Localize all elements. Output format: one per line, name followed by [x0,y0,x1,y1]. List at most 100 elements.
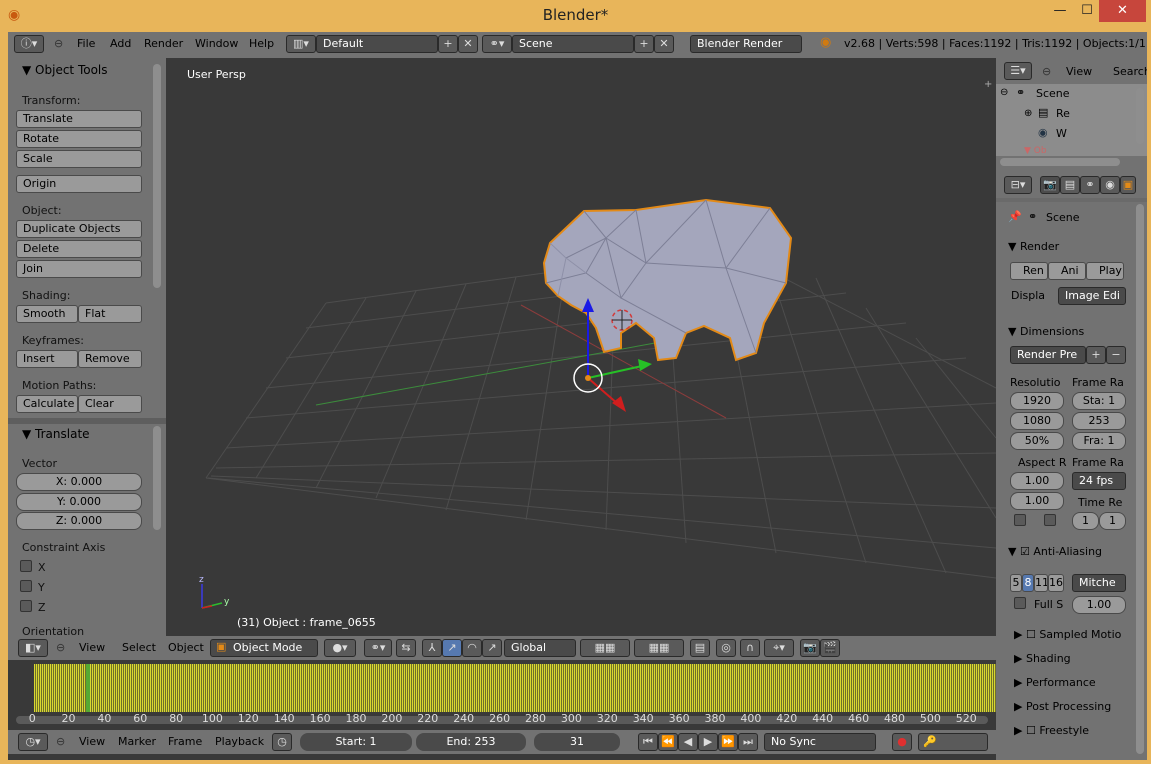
aa-samples-5[interactable]: 5 [1010,574,1022,592]
rotate-button[interactable]: Rotate [16,130,142,148]
timeline-menu-marker[interactable]: Marker [118,735,156,748]
viewport-shading-icon[interactable]: ●▾ [324,639,356,657]
snap-element-icon[interactable]: ⌖▾ [764,639,794,657]
smooth-button[interactable]: Smooth [16,305,78,323]
time-new-field[interactable]: 1 [1099,512,1126,530]
delete-button[interactable]: Delete [16,240,142,258]
border-checkbox[interactable] [1014,514,1026,526]
origin-button[interactable]: Origin [16,175,142,193]
operator-scrollbar[interactable] [153,426,161,530]
remove-scene-icon[interactable]: ✕ [654,35,674,53]
vector-x-field[interactable]: X: 0.000 [16,473,142,491]
render-anim-icon[interactable]: 🎬 [820,639,840,657]
jump-keyframe-back-icon[interactable]: ⏪ [658,733,678,751]
play-reverse-icon[interactable]: ◀ [678,733,698,751]
close-button[interactable]: ✕ [1099,0,1146,22]
duplicate-objects-button[interactable]: Duplicate Objects [16,220,142,238]
insert-keyframe-button[interactable]: Insert [16,350,78,368]
aa-filter-select[interactable]: Mitche [1072,574,1126,592]
scale-button[interactable]: Scale [16,150,142,168]
region-toggle-icon[interactable]: + [984,80,994,90]
rotate-manipulator-icon[interactable]: ◠ [462,639,482,657]
sampled-motion-blur-header[interactable]: ▶ ☐ Sampled Motio [1014,628,1121,641]
vector-z-field[interactable]: Z: 0.000 [16,512,142,530]
constraint-x-checkbox[interactable] [20,560,32,572]
screen-layout-icon[interactable]: ▥▾ [286,35,316,53]
remove-keyframe-button[interactable]: Remove [78,350,142,368]
snap-magnet-icon[interactable]: ∩ [740,639,760,657]
frame-end-field[interactable]: 253 [1072,412,1126,430]
jump-keyframe-forward-icon[interactable]: ⏩ [718,733,738,751]
jump-start-icon[interactable]: ⏮ [638,733,658,751]
menu-add[interactable]: Add [110,37,131,50]
scale-manipulator-icon[interactable]: ↗ [482,639,502,657]
proportional-edit-icon[interactable]: ◎ [716,639,736,657]
pivot-point-icon[interactable]: ⚭▾ [364,639,392,657]
calculate-button[interactable]: Calculate [16,395,78,413]
post-processing-panel-header[interactable]: ▶ Post Processing [1014,700,1111,713]
layers-2-icon[interactable]: ▦▦ [634,639,684,657]
render-panel-header[interactable]: ▼ Render [1008,240,1059,253]
bear-model[interactable] [542,198,793,362]
aspect-x-field[interactable]: 1.00 [1010,472,1064,490]
timeline-menu-view[interactable]: View [79,735,105,748]
remove-preset-icon[interactable]: − [1106,346,1126,364]
outliner-object-item[interactable]: Ob [1034,146,1047,156]
outliner-menu-search[interactable]: Search [1113,65,1147,78]
snap-lock-icon[interactable]: ⇆ [396,639,416,657]
fps-select[interactable]: 24 fps [1072,472,1126,490]
freestyle-panel-header[interactable]: ▶ ☐ Freestyle [1014,724,1089,737]
render-presets-select[interactable]: Render Pre [1010,346,1086,364]
expand-scene-icon[interactable]: ⊖ [1000,87,1008,98]
object-tab-icon[interactable]: ▣ [1120,176,1136,194]
pin-icon[interactable]: 📌 [1008,210,1022,223]
menu-render[interactable]: Render [144,37,183,50]
props-scrollbar[interactable] [1136,204,1144,754]
frame-step-field[interactable]: Fra: 1 [1072,432,1126,450]
add-layout-icon[interactable]: + [438,35,458,53]
filter-size-field[interactable]: 1.00 [1072,596,1126,614]
render-image-button[interactable]: Ren [1010,262,1048,280]
current-frame-field[interactable]: 31 [534,733,620,751]
scene-tab-icon[interactable]: ⚭ [1080,176,1100,194]
viewport-editor-type-icon[interactable]: ◧▾ [18,639,48,657]
dimensions-panel-header[interactable]: ▼ Dimensions [1008,325,1084,338]
manipulator-toggle-icon[interactable]: ⅄ [422,639,442,657]
remove-layout-icon[interactable]: ✕ [458,35,478,53]
minimize-button[interactable]: — [1043,0,1077,22]
record-icon[interactable]: ● [892,733,912,751]
play-icon[interactable]: ▶ [698,733,718,751]
sync-mode-select[interactable]: No Sync [764,733,876,751]
scene-field[interactable]: Scene [512,35,634,53]
layers-1-icon[interactable]: ▦▦ [580,639,630,657]
menu-window[interactable]: Window [195,37,238,50]
join-button[interactable]: Join [16,260,142,278]
3d-viewport[interactable]: z y User Persp (31) Object : frame_0655 … [166,58,996,636]
resolution-percent-field[interactable]: 50% [1010,432,1064,450]
outliner-hscrollbar[interactable] [1000,158,1120,166]
timeline-editor-type-icon[interactable]: ◷▾ [18,733,48,751]
display-select[interactable]: Image Edi [1058,287,1126,305]
resolution-y-field[interactable]: 1080 [1010,412,1064,430]
outliner-collapse-icon[interactable]: ⊖ [1042,65,1051,78]
timeline-collapse-icon[interactable]: ⊖ [56,735,65,748]
expand-renderlayers-icon[interactable]: ⊕ [1024,108,1032,119]
object-tools-header[interactable]: ▼ Object Tools [22,63,108,77]
resolution-x-field[interactable]: 1920 [1010,392,1064,410]
tool-shelf-scrollbar[interactable] [153,64,161,288]
start-frame-field[interactable]: Start: 1 [300,733,412,751]
aa-samples-11[interactable]: 11 [1034,574,1048,592]
vector-y-field[interactable]: Y: 0.000 [16,493,142,511]
render-tab-icon[interactable]: 📷 [1040,176,1060,194]
lock-layers-icon[interactable]: ▤ [690,639,710,657]
viewport-menu-view[interactable]: View [79,641,105,654]
translate-button[interactable]: Translate [16,110,142,128]
add-preset-icon[interactable]: + [1086,346,1106,364]
constraint-y-checkbox[interactable] [20,580,32,592]
performance-panel-header[interactable]: ▶ Performance [1014,676,1096,689]
jump-end-icon[interactable]: ⏭ [738,733,758,751]
flat-button[interactable]: Flat [78,305,142,323]
viewport-menu-object[interactable]: Object [168,641,204,654]
outliner-renderlayers-item[interactable]: Re [1056,107,1070,120]
world-tab-icon[interactable]: ◉ [1100,176,1120,194]
